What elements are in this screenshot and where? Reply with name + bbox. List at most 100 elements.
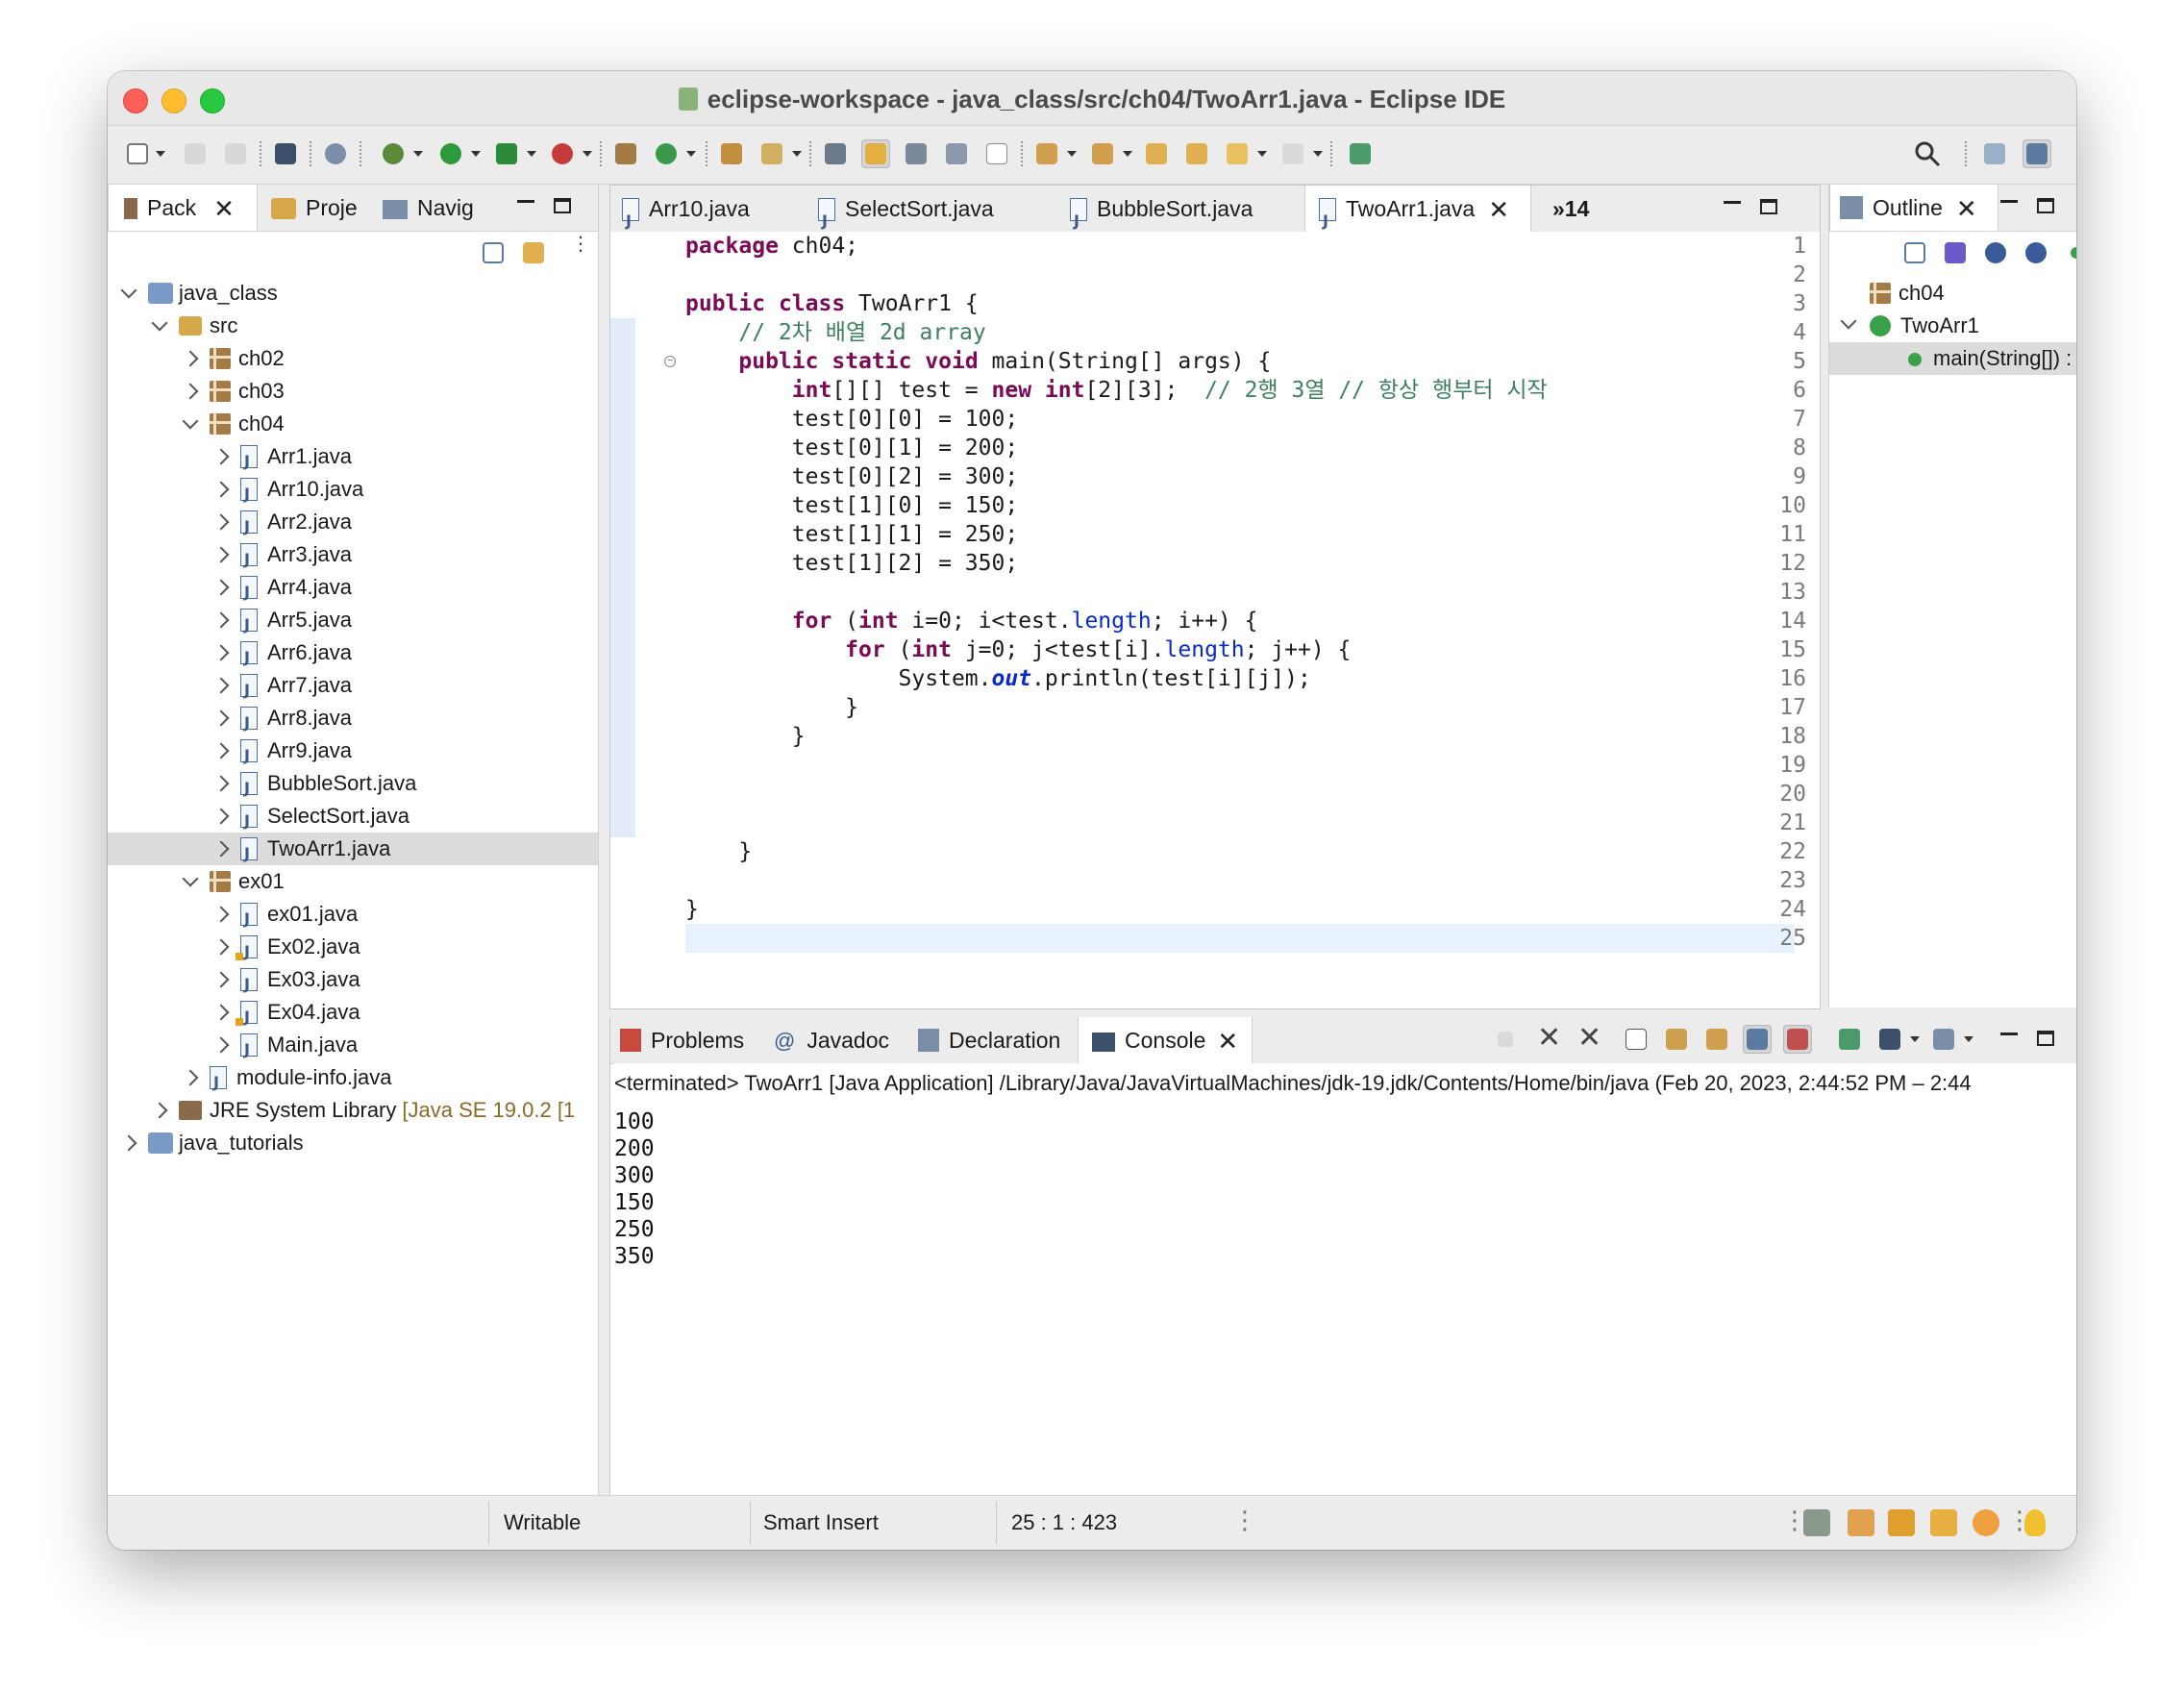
tab-arr10-java[interactable]: Arr10.java <box>622 186 750 244</box>
open-type-icon[interactable] <box>717 139 746 168</box>
minimize-icon[interactable] <box>2000 200 2018 203</box>
tree-item[interactable]: Arr8.java <box>108 702 598 739</box>
chevron-right-icon[interactable] <box>182 383 199 400</box>
chevron-right-icon[interactable] <box>212 808 230 825</box>
chevron-right-icon[interactable] <box>212 644 230 661</box>
minimize-icon[interactable] <box>517 200 534 203</box>
tab-problems[interactable]: Problems <box>620 1017 744 1063</box>
chevron-down-icon[interactable] <box>151 314 168 332</box>
tree-item[interactable]: Arr9.java <box>108 734 598 772</box>
tab-twoarr1-java[interactable]: TwoArr1.java ✕ <box>1304 186 1531 244</box>
tree-item[interactable]: Arr1.java <box>108 440 598 478</box>
tab-console[interactable]: Console ✕ <box>1078 1017 1253 1063</box>
close-icon[interactable]: ✕ <box>213 186 235 232</box>
next-annotation-icon[interactable] <box>1032 139 1061 168</box>
save-all-icon[interactable] <box>221 139 250 168</box>
outline-item-method[interactable]: main(String[]) : void <box>1829 342 2076 375</box>
search-icon[interactable] <box>1913 139 1942 168</box>
open-perspective-icon[interactable] <box>1980 139 2009 168</box>
chevron-right-icon[interactable] <box>212 938 230 956</box>
tree-item[interactable]: Arr5.java <box>108 604 598 641</box>
fold-toggle-icon[interactable]: − <box>664 356 676 367</box>
coverage-icon[interactable] <box>492 139 521 168</box>
last-edit-icon[interactable] <box>1142 139 1171 168</box>
chevron-right-icon[interactable] <box>212 546 230 563</box>
tab-declaration[interactable]: Declaration <box>918 1017 1060 1063</box>
tree-item[interactable]: Arr3.java <box>108 538 598 576</box>
maximize-icon[interactable] <box>2037 1031 2054 1046</box>
terminal-icon[interactable] <box>271 139 300 168</box>
annotation-icon[interactable] <box>821 139 850 168</box>
pin-editor-icon[interactable] <box>1346 139 1375 168</box>
graduation-cap-icon[interactable] <box>1888 1509 1915 1536</box>
chevron-right-icon[interactable] <box>120 1134 137 1152</box>
tree-item[interactable]: java_tutorials <box>108 1127 598 1159</box>
word-wrap-icon[interactable] <box>1702 1025 1731 1054</box>
help-icon[interactable] <box>1973 1509 1999 1536</box>
chevron-down-icon[interactable] <box>182 412 199 430</box>
chevron-down-icon[interactable] <box>120 282 137 299</box>
skip-breakpoints-icon[interactable] <box>321 139 350 168</box>
chevron-right-icon[interactable] <box>212 1036 230 1054</box>
chevron-down-icon[interactable] <box>1840 312 1857 330</box>
chevron-right-icon[interactable] <box>212 481 230 498</box>
debug-icon[interactable] <box>379 139 408 168</box>
chevron-right-icon[interactable] <box>212 579 230 596</box>
tree-item[interactable]: Ex04.java <box>108 996 598 1033</box>
collapse-all-icon[interactable] <box>479 238 508 267</box>
close-icon[interactable]: ✕ <box>1956 186 1977 232</box>
tab-project-explorer[interactable]: Proje <box>271 185 358 231</box>
maximize-icon[interactable] <box>1760 199 1777 214</box>
maximize-icon[interactable] <box>554 198 571 213</box>
new-class-icon[interactable] <box>652 139 681 168</box>
chevron-right-icon[interactable] <box>212 1004 230 1021</box>
back-arrow-icon[interactable] <box>1223 139 1252 168</box>
tree-item[interactable]: ch04 <box>108 408 598 440</box>
tab-selectsort-java[interactable]: SelectSort.java <box>818 186 994 244</box>
close-icon[interactable]: ✕ <box>1488 187 1509 233</box>
chevron-right-icon[interactable] <box>212 906 230 923</box>
tab-outline[interactable]: Outline ✕ <box>1829 185 1998 231</box>
word-wrap-icon[interactable] <box>942 139 971 168</box>
open-console-icon[interactable] <box>1929 1025 1958 1054</box>
hide-fields-icon[interactable] <box>1981 238 2010 267</box>
forward-edit-icon[interactable] <box>1182 139 1211 168</box>
remove-all-launches-icon[interactable]: ✕ <box>1576 1022 1604 1054</box>
chevron-right-icon[interactable] <box>151 1102 168 1119</box>
lightbulb-icon[interactable] <box>2024 1509 2046 1536</box>
outline-item-class[interactable]: TwoArr1 <box>1829 310 2076 342</box>
previous-annotation-icon[interactable] <box>1088 139 1117 168</box>
tips-icon[interactable] <box>1803 1509 1830 1536</box>
minimize-icon[interactable] <box>1724 201 1741 204</box>
tree-item[interactable]: src <box>108 310 598 342</box>
show-on-stderr-icon[interactable] <box>1783 1025 1812 1054</box>
terminate-icon[interactable] <box>1491 1025 1520 1054</box>
block-selection-icon[interactable] <box>902 139 931 168</box>
hide-non-public-icon[interactable] <box>2062 238 2076 267</box>
code-editor[interactable]: 1 package ch04; 2 3 public class TwoArr1 {4 … <box>610 232 1820 1008</box>
tree-item[interactable]: Ex02.java <box>108 931 598 968</box>
run-icon[interactable] <box>436 139 465 168</box>
tab-bubblesort-java[interactable]: BubbleSort.java <box>1070 186 1253 244</box>
chevron-right-icon[interactable] <box>212 742 230 759</box>
link-editor-icon[interactable] <box>519 238 548 267</box>
chevron-right-icon[interactable] <box>212 677 230 694</box>
outline-item-package[interactable]: ch04 <box>1829 277 2076 310</box>
display-console-icon[interactable] <box>1875 1025 1904 1054</box>
maximize-icon[interactable] <box>2037 198 2054 213</box>
chevron-right-icon[interactable] <box>212 611 230 629</box>
hide-static-icon[interactable] <box>2022 238 2050 267</box>
chevron-right-icon[interactable] <box>182 1069 199 1086</box>
tree-item[interactable]: TwoArr1.java <box>108 833 598 870</box>
pin-console-icon[interactable] <box>1835 1025 1864 1054</box>
new-file-icon[interactable] <box>123 139 152 168</box>
chevron-right-icon[interactable] <box>212 840 230 858</box>
tab-package-explorer[interactable]: Pack ✕ <box>108 185 258 231</box>
tree-item[interactable]: SelectSort.java <box>108 800 598 837</box>
chevron-right-icon[interactable] <box>212 709 230 727</box>
chevron-right-icon[interactable] <box>212 775 230 792</box>
more-tabs-button[interactable]: »14 <box>1552 186 1589 232</box>
clear-console-icon[interactable] <box>1622 1025 1650 1054</box>
scroll-lock-icon[interactable] <box>1662 1025 1691 1054</box>
java-perspective-icon[interactable] <box>2023 139 2051 168</box>
